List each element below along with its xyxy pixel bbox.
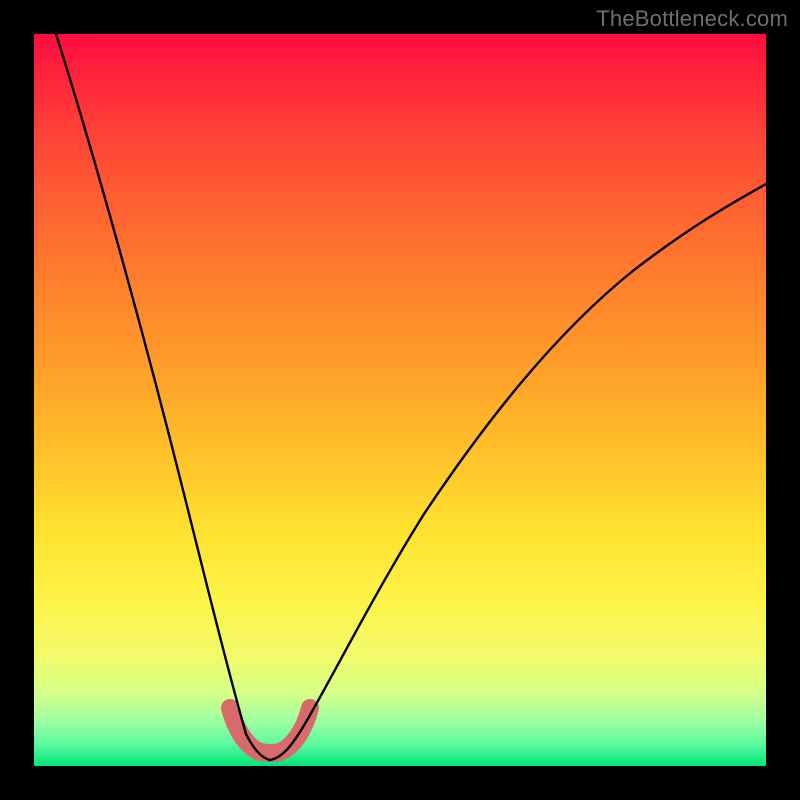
- curve-right: [270, 184, 766, 760]
- watermark-text: TheBottleneck.com: [596, 6, 788, 32]
- highlight-band: [230, 708, 310, 753]
- curve-layer: [34, 34, 766, 766]
- chart-frame: TheBottleneck.com: [0, 0, 800, 800]
- curve-left: [56, 34, 270, 760]
- plot-area: [34, 34, 766, 766]
